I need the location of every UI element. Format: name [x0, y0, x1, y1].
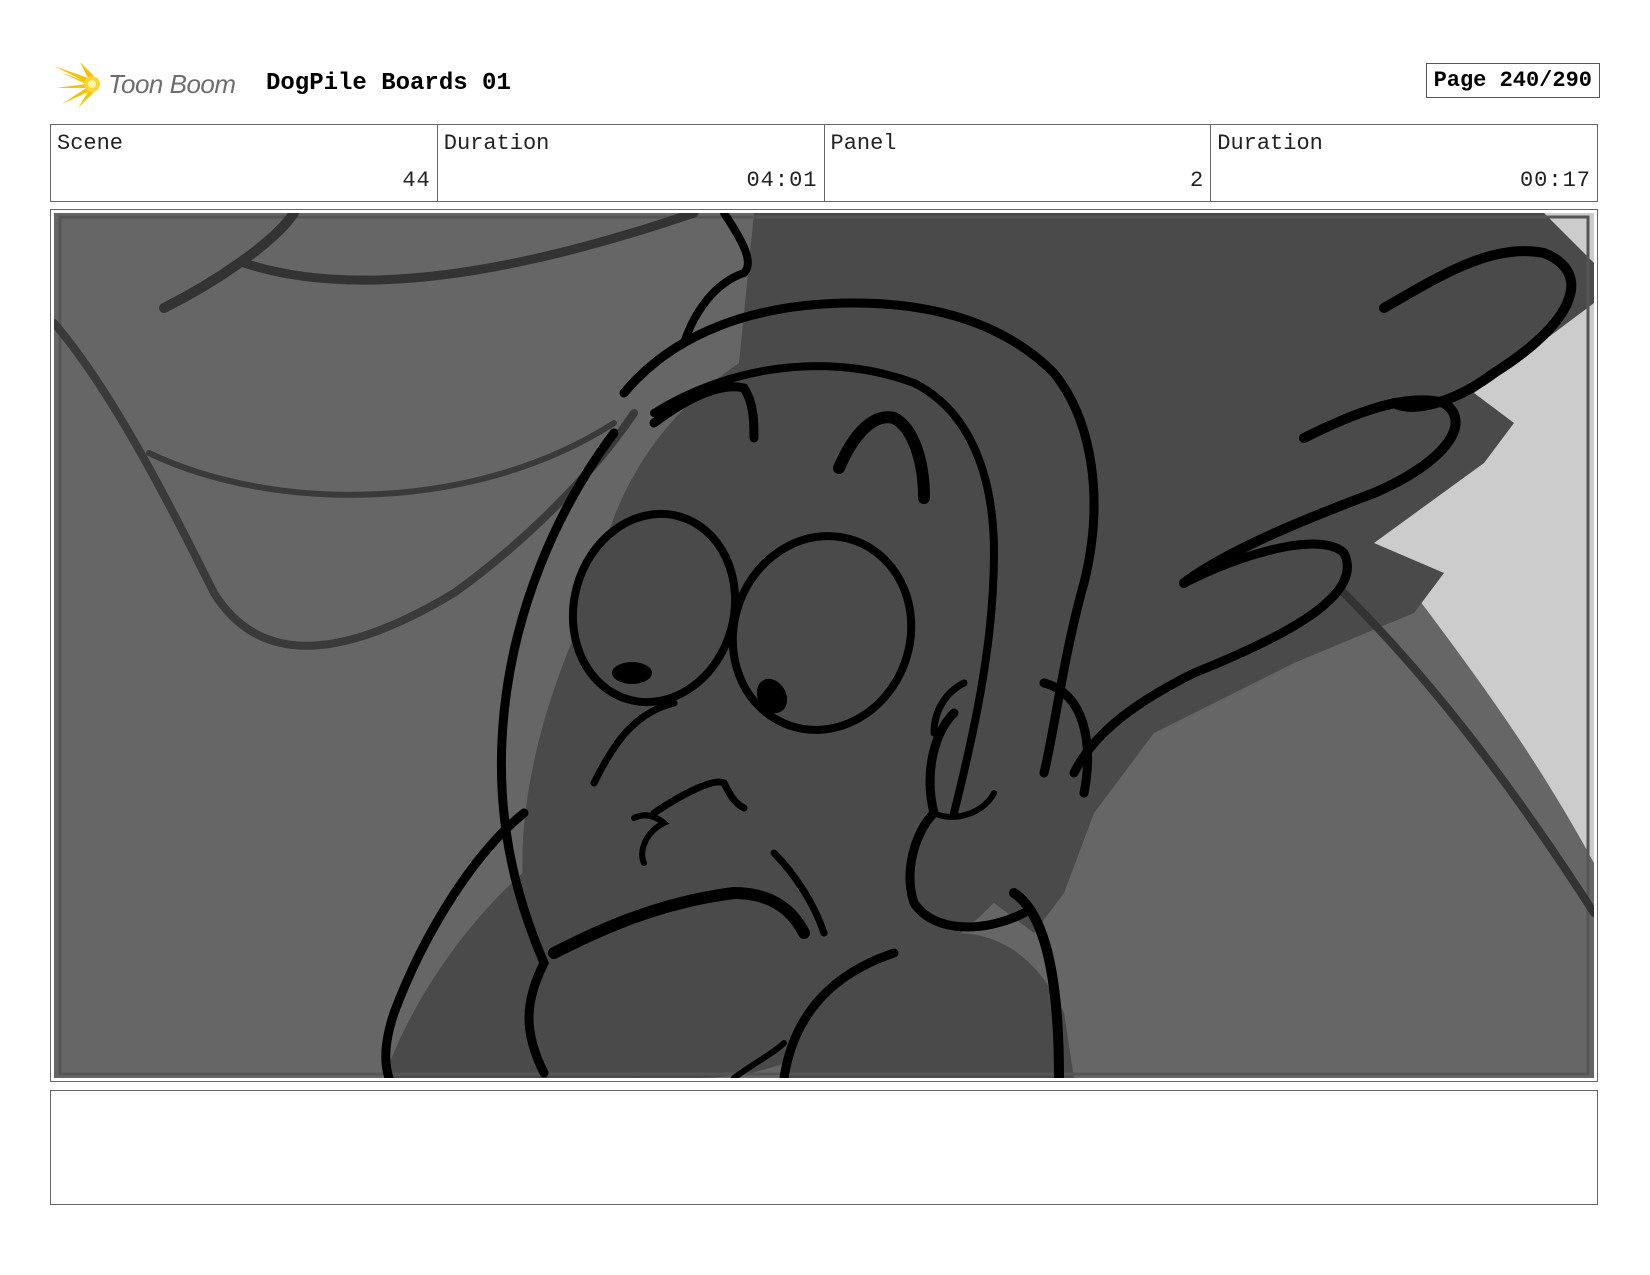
panel-cell: Panel 2 [825, 125, 1212, 201]
panel-info-table: Scene 44 Duration 04:01 Panel 2 Duration… [50, 124, 1598, 202]
panel-duration-value: 00:17 [1519, 168, 1591, 193]
starburst-icon [54, 62, 100, 108]
storyboard-panel [50, 209, 1598, 1082]
logo-wordmark: Toon Boom [108, 68, 236, 99]
page-header: Toon Boom DogPile Boards 01 Page 240/290 [52, 58, 1604, 110]
panel-duration-cell: Duration 00:17 [1211, 125, 1597, 201]
scene-cell: Scene 44 [51, 125, 438, 201]
project-title: DogPile Boards 01 [266, 70, 511, 97]
scene-duration-value: 04:01 [746, 168, 818, 193]
scene-duration-label: Duration [443, 131, 550, 156]
toon-boom-logo: Toon Boom [52, 58, 236, 110]
panel-label: Panel [830, 131, 897, 156]
panel-duration-label: Duration [1217, 131, 1323, 156]
panel-value: 2 [1190, 168, 1205, 193]
scene-label: Scene [57, 131, 124, 156]
scene-duration-cell: Duration 04:01 [438, 125, 825, 201]
panel-notes-box [50, 1090, 1598, 1205]
scene-value: 44 [402, 168, 431, 193]
panel-drawing [54, 213, 1594, 1078]
page-indicator: Page 240/290 [1425, 63, 1600, 98]
